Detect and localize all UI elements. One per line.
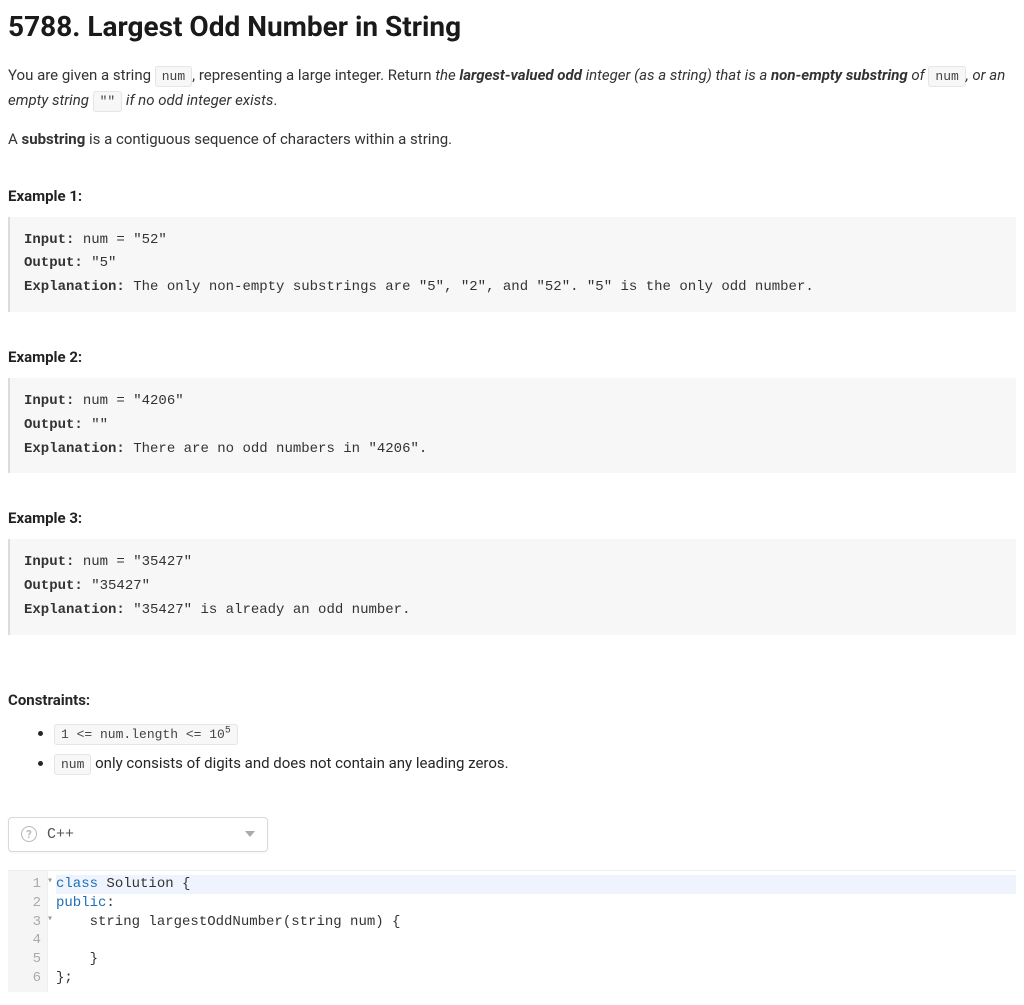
emphasis: if no odd integer exists	[122, 91, 273, 109]
output-label: Output:	[24, 417, 83, 433]
output-value: "35427"	[83, 578, 150, 594]
superscript: 5	[225, 724, 231, 735]
code-token-num: num	[928, 66, 965, 87]
input-label: Input:	[24, 393, 74, 409]
text: , representing a large integer. Return	[192, 66, 435, 84]
line-gutter: 1 2 3 4 5 6	[8, 871, 48, 992]
line-number: 4	[16, 931, 45, 950]
line-number: 6	[16, 969, 45, 988]
text: string largestOddNumber(string num) {	[56, 914, 400, 930]
language-label: C++	[47, 826, 74, 843]
emphasis: the	[435, 66, 459, 84]
line-number: 3	[16, 913, 45, 932]
chevron-down-icon	[245, 831, 255, 837]
text	[56, 932, 123, 948]
code-line[interactable]: public:	[56, 894, 1016, 913]
input-label: Input:	[24, 554, 74, 570]
keyword: public	[56, 895, 106, 911]
input-value: num = "52"	[74, 232, 166, 248]
emphasis: integer (as a string) that is a	[582, 66, 771, 84]
code-editor[interactable]: 1 2 3 4 5 6 class Solution {public: stri…	[8, 870, 1016, 992]
text: only consists of digits and does not con…	[91, 754, 508, 772]
explanation-value: "35427" is already an odd number.	[125, 602, 411, 618]
example-2-heading: Example 2:	[8, 348, 1016, 366]
code-line[interactable]	[56, 931, 1016, 950]
problem-title: 5788. Largest Odd Number in String	[8, 10, 1016, 43]
problem-description-1: You are given a string num, representing…	[8, 63, 1016, 113]
code-area[interactable]: class Solution {public: string largestOd…	[48, 871, 1016, 992]
emphasis: of	[908, 66, 929, 84]
example-1-block: Input: num = "52" Output: "5" Explanatio…	[8, 217, 1016, 312]
line-number: 2	[16, 894, 45, 913]
explanation-label: Explanation:	[24, 279, 125, 295]
text: }	[56, 951, 98, 967]
explanation-value: The only non-empty substrings are "5", "…	[125, 279, 814, 295]
output-value: ""	[83, 417, 108, 433]
text: is a contiguous sequence of characters w…	[85, 130, 452, 148]
text: You are given a string	[8, 66, 155, 84]
code-line[interactable]: };	[56, 969, 1016, 988]
help-icon[interactable]: ?	[21, 826, 37, 842]
output-value: "5"	[83, 255, 117, 271]
constraint-item: num only consists of digits and does not…	[54, 751, 1016, 777]
code-token-num: num	[155, 66, 192, 87]
text: 1 <= num.length <= 10	[61, 727, 225, 742]
line-number: 5	[16, 950, 45, 969]
language-selector[interactable]: ? C++	[8, 817, 268, 852]
input-value: num = "4206"	[74, 393, 183, 409]
code-line[interactable]: string largestOddNumber(string num) {	[56, 913, 1016, 932]
example-1-heading: Example 1:	[8, 187, 1016, 205]
keyword: class	[56, 876, 98, 892]
strong: substring	[22, 130, 86, 148]
code-line[interactable]: }	[56, 950, 1016, 969]
problem-description-2: A substring is a contiguous sequence of …	[8, 127, 1016, 151]
output-label: Output:	[24, 578, 83, 594]
example-2-block: Input: num = "4206" Output: "" Explanati…	[8, 378, 1016, 473]
explanation-value: There are no odd numbers in "4206".	[125, 441, 427, 457]
constraint-item: 1 <= num.length <= 105	[54, 721, 1016, 747]
text: .	[273, 91, 277, 109]
explanation-label: Explanation:	[24, 602, 125, 618]
example-3-block: Input: num = "35427" Output: "35427" Exp…	[8, 539, 1016, 634]
strong-emphasis: largest-valued odd	[459, 66, 582, 84]
constraints-list: 1 <= num.length <= 105 num only consists…	[8, 721, 1016, 777]
code-line[interactable]: class Solution {	[56, 875, 1016, 894]
constraint-code: 1 <= num.length <= 105	[54, 724, 238, 745]
input-label: Input:	[24, 232, 74, 248]
strong-emphasis: non-empty substring	[771, 66, 908, 84]
explanation-label: Explanation:	[24, 441, 125, 457]
output-label: Output:	[24, 255, 83, 271]
constraints-heading: Constraints:	[8, 691, 1016, 709]
text: Solution {	[98, 876, 190, 892]
input-value: num = "35427"	[74, 554, 192, 570]
text: :	[106, 895, 114, 911]
code-token-empty: ""	[93, 91, 123, 112]
line-number: 1	[16, 875, 45, 894]
text: A	[8, 130, 22, 148]
example-3-heading: Example 3:	[8, 509, 1016, 527]
constraint-code: num	[54, 754, 91, 775]
text: };	[56, 970, 73, 986]
